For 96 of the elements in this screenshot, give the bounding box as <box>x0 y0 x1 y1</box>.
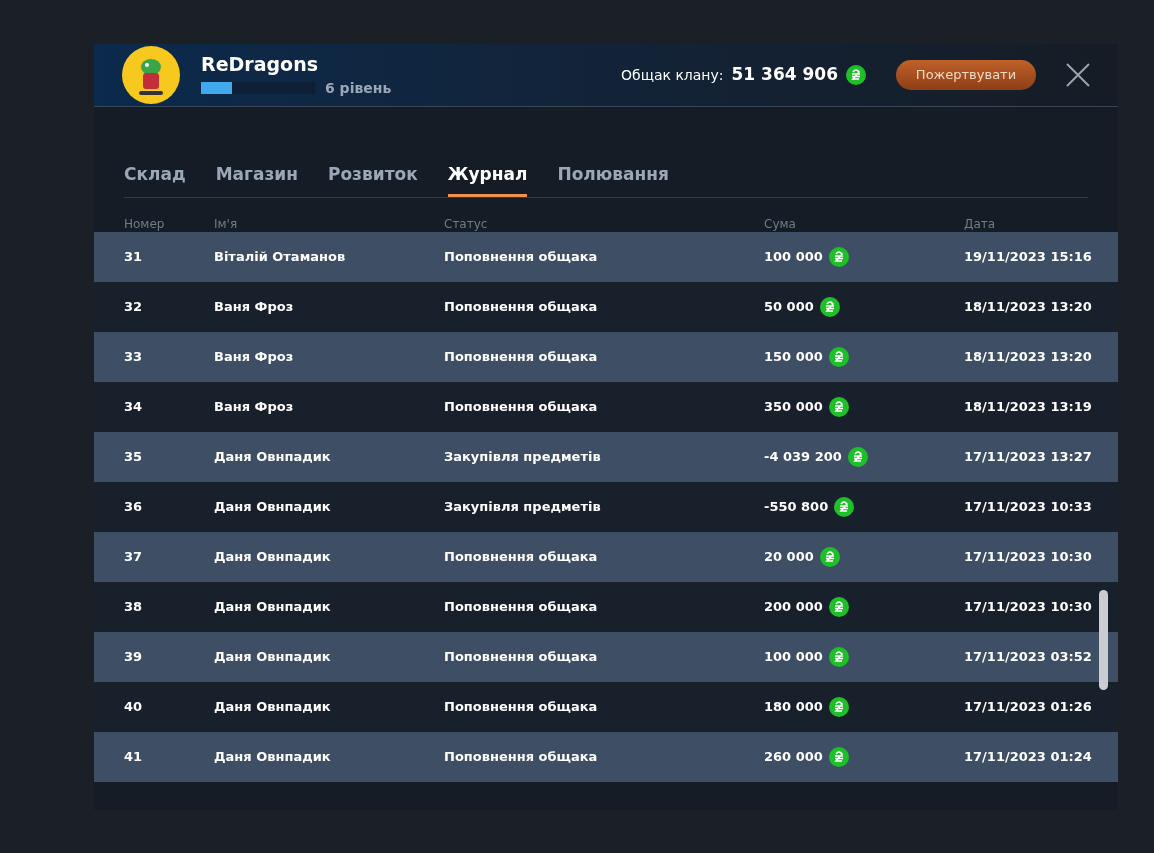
table-cell-text: Поповнення общака <box>444 248 598 267</box>
table-row[interactable]: 34 Ваня Фроз Поповнення общака 350 000 18/11/2023 13:19 <box>94 382 1118 432</box>
table-cell-text: Поповнення общака <box>444 548 598 567</box>
tab[interactable]: Журнал <box>447 153 528 197</box>
table-cell-text: Поповнення общака <box>444 398 598 417</box>
tab[interactable]: Полювання <box>557 153 669 197</box>
table-row[interactable]: 35 Даня Овнпадик Закупівля предметів -4 039 200 17/11/2023 13:27 <box>94 432 1118 482</box>
table-row[interactable]: 39 Даня Овнпадик Поповнення общака 100 000 17/11/2023 03:52 <box>94 632 1118 682</box>
table-row[interactable]: 41 Даня Овнпадик Поповнення общака 260 000 17/11/2023 01:24 <box>94 732 1118 782</box>
table-cell-text: Поповнення общака <box>444 598 598 617</box>
table-cell-text: 17/11/2023 10:33 <box>964 498 1092 517</box>
table-cell-text: 31 <box>124 248 143 267</box>
table-cell-text: -4 039 200 <box>764 448 842 467</box>
hryvnia-coin-icon <box>828 397 849 417</box>
table-cell-text: Ваня Фроз <box>214 348 294 367</box>
table-row[interactable]: 40 Даня Овнпадик Поповнення общака 180 000 17/11/2023 01:26 <box>94 682 1118 732</box>
table-cell-text: 33 <box>124 348 143 367</box>
column-header: Статус <box>444 217 488 231</box>
table-cell-text: Даня Овнпадик <box>214 648 331 667</box>
clan-level: 6 рівень <box>325 78 392 98</box>
hryvnia-coin-icon <box>834 497 855 517</box>
table-cell-text: 18/11/2023 13:20 <box>964 348 1092 367</box>
table-cell-text: Поповнення общака <box>444 298 598 317</box>
hryvnia-coin-icon <box>846 65 866 85</box>
clan-name: ReDragons <box>201 51 319 76</box>
table-cell-text: 20 000 <box>764 548 814 567</box>
table-row[interactable]: 31 Віталій Отаманов Поповнення общака 100 000 19/11/2023 15:16 <box>94 232 1118 282</box>
table-cell-text: 18/11/2023 13:20 <box>964 298 1092 317</box>
table-cell-text: 17/11/2023 01:26 <box>964 698 1092 717</box>
table-cell-text: Даня Овнпадик <box>214 498 331 517</box>
table-cell-text: 17/11/2023 03:52 <box>964 648 1092 667</box>
close-icon[interactable] <box>1066 63 1090 87</box>
table-cell-text: 260 000 <box>764 748 823 767</box>
table-cell-text: Даня Овнпадик <box>214 698 331 717</box>
hryvnia-coin-icon <box>847 447 868 467</box>
table-cell-text: Поповнення общака <box>444 648 598 667</box>
hryvnia-coin-icon <box>828 597 849 617</box>
tab[interactable]: Розвиток <box>327 153 418 197</box>
table-cell-text: Поповнення общака <box>444 348 598 367</box>
table-cell-text: 32 <box>124 298 143 317</box>
hryvnia-coin-icon <box>819 547 840 567</box>
table-cell-text: 17/11/2023 01:24 <box>964 748 1092 767</box>
treasury-label: Общак клану: <box>621 65 724 85</box>
table-row[interactable]: 33 Ваня Фроз Поповнення общака 150 000 18/11/2023 13:20 <box>94 332 1118 382</box>
table-cell-text: 18/11/2023 13:19 <box>964 398 1092 417</box>
table-cell-text: Ваня Фроз <box>214 398 294 417</box>
clan-emblem-icon <box>122 46 180 104</box>
table-row[interactable]: 37 Даня Овнпадик Поповнення общака 20 000 17/11/2023 10:30 <box>94 532 1118 582</box>
table-cell-text: 200 000 <box>764 598 823 617</box>
table-cell-text: 100 000 <box>764 648 823 667</box>
table-cell-text: 17/11/2023 13:27 <box>964 448 1092 467</box>
column-header: Дата <box>964 217 996 231</box>
table-cell-text: Даня Овнпадик <box>214 598 331 617</box>
table-cell-text: Ваня Фроз <box>214 298 294 317</box>
hryvnia-coin-icon <box>828 647 849 667</box>
column-header: Ім'я <box>214 217 238 231</box>
table-cell-text: 50 000 <box>764 298 814 317</box>
table-cell-text: Закупівля предметів <box>444 448 601 467</box>
table-cell-text: 150 000 <box>764 348 823 367</box>
hryvnia-coin-icon <box>828 247 849 267</box>
hryvnia-coin-icon <box>828 747 849 767</box>
hryvnia-coin-icon <box>828 697 849 717</box>
column-header: Сума <box>764 217 796 231</box>
table-row[interactable]: 38 Даня Овнпадик Поповнення общака 200 000 17/11/2023 10:30 <box>94 582 1118 632</box>
table-cell-text: 17/11/2023 10:30 <box>964 548 1092 567</box>
table-cell-text: 39 <box>124 648 143 667</box>
donate-button[interactable]: Пожертвувати <box>896 60 1036 90</box>
table-cell-text: 37 <box>124 548 143 567</box>
table-cell-text: 40 <box>124 698 143 717</box>
table-cell-text: Віталій Отаманов <box>214 248 346 267</box>
table-cell-text: 350 000 <box>764 398 823 417</box>
table-cell-text: 19/11/2023 15:16 <box>964 248 1092 267</box>
hryvnia-coin-icon <box>819 297 840 317</box>
scrollbar-thumb[interactable] <box>1099 590 1108 690</box>
tab[interactable]: Магазин <box>215 153 298 197</box>
table-cell-text: -550 800 <box>764 498 829 517</box>
hryvnia-coin-icon <box>828 347 849 367</box>
table-cell-text: 41 <box>124 748 143 767</box>
tab[interactable]: Склад <box>124 153 186 197</box>
table-cell-text: 34 <box>124 398 143 417</box>
table-cell-text: 36 <box>124 498 143 517</box>
table-cell-text: Закупівля предметів <box>444 498 601 517</box>
table-row[interactable]: 32 Ваня Фроз Поповнення общака 50 000 18/11/2023 13:20 <box>94 282 1118 332</box>
table-cell-text: Поповнення общака <box>444 748 598 767</box>
table-cell-text: 180 000 <box>764 698 823 717</box>
table-cell-text: 35 <box>124 448 143 467</box>
table-cell-text: 38 <box>124 598 143 617</box>
table-cell-text: Даня Овнпадик <box>214 448 331 467</box>
table-row[interactable]: 36 Даня Овнпадик Закупівля предметів -550 800 17/11/2023 10:33 <box>94 482 1118 532</box>
table-cell-text: 17/11/2023 10:30 <box>964 598 1092 617</box>
table-cell-text: Даня Овнпадик <box>214 748 331 767</box>
table-cell-text: 100 000 <box>764 248 823 267</box>
table-cell-text: Даня Овнпадик <box>214 548 331 567</box>
treasury-amount: 51 364 906 <box>731 63 838 87</box>
table-cell-text: Поповнення общака <box>444 698 598 717</box>
column-header: Номер <box>124 217 165 231</box>
